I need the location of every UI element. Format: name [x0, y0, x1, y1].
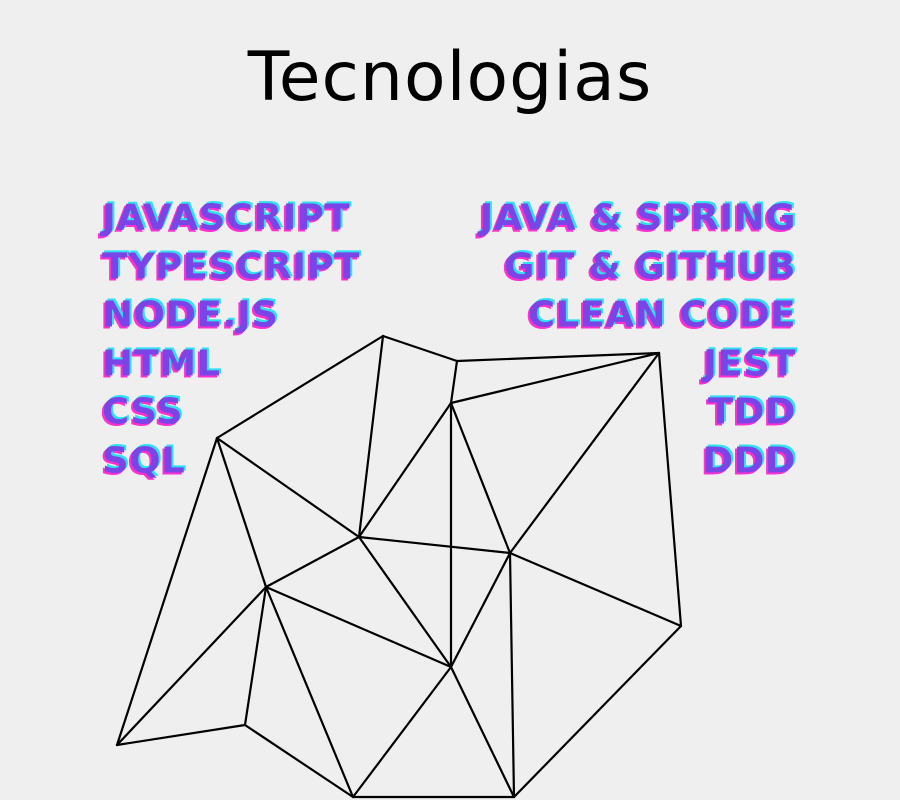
mesh-edge — [243, 585, 268, 727]
mesh-edge — [264, 535, 361, 589]
mesh-edge — [508, 551, 683, 628]
mesh-edge — [115, 585, 268, 747]
mesh-edge — [243, 723, 355, 799]
polygon-mesh-illustration — [115, 334, 683, 799]
mesh-edge — [512, 624, 683, 799]
mesh-edge — [115, 723, 247, 747]
mesh-edge — [215, 436, 361, 539]
mesh-edge — [357, 535, 512, 555]
mesh-edge — [449, 665, 516, 799]
mesh-edge — [449, 551, 512, 669]
mesh-edge — [351, 665, 453, 799]
mesh-edge — [381, 334, 459, 363]
mesh-edge — [657, 351, 683, 628]
mesh-edge — [508, 551, 516, 799]
mesh-edge — [215, 334, 385, 440]
mesh-edge — [215, 436, 268, 589]
mesh-edge — [115, 436, 219, 747]
mesh-edge — [449, 401, 512, 555]
mesh-edge — [449, 359, 459, 405]
